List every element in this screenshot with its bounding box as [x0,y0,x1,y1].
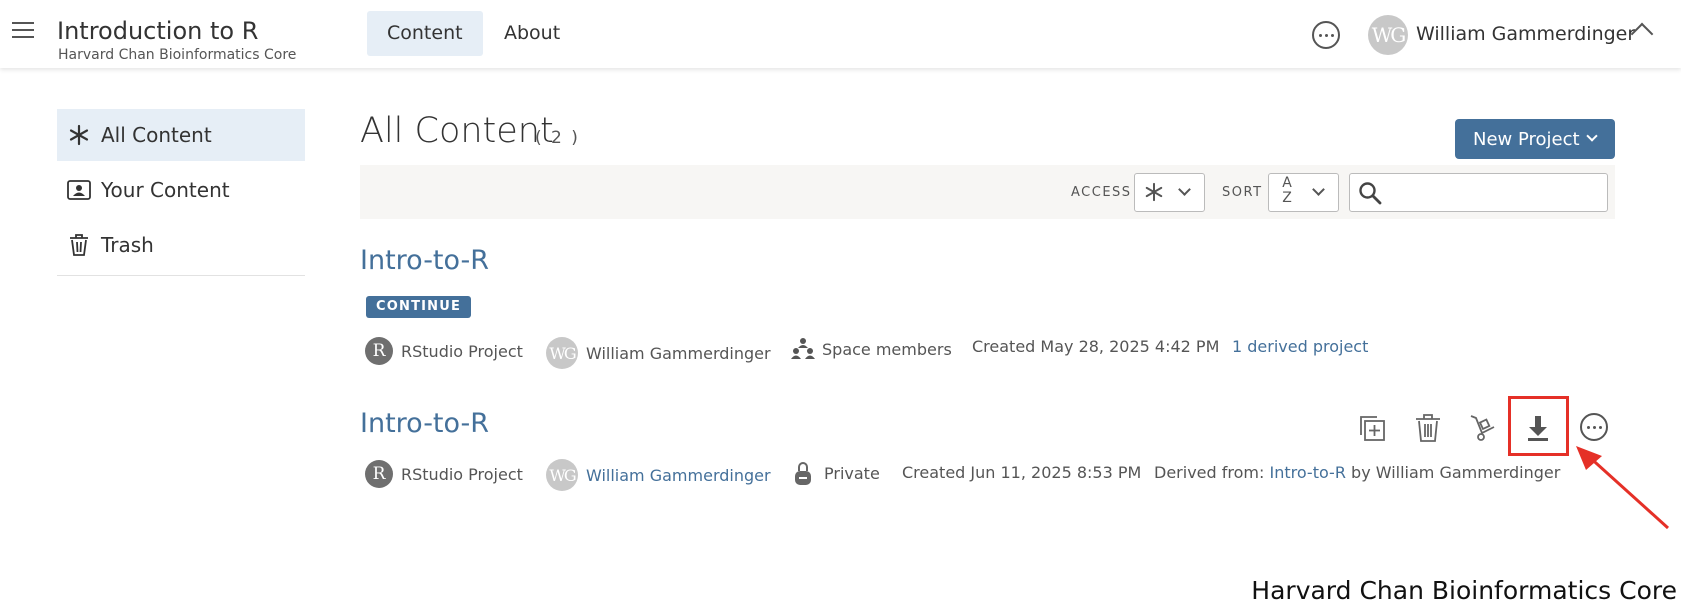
sidebar-item-trash[interactable]: Trash [57,219,305,271]
trash-icon [57,233,101,257]
trash-icon[interactable] [1410,410,1446,446]
project-title[interactable]: Intro-to-R [360,408,489,439]
more-options-icon[interactable] [1580,413,1608,441]
annotation-arrow-icon [1576,446,1670,530]
project-owner: WG William Gammerdinger [546,337,771,369]
space-members-icon [790,337,816,361]
avatar: WG [546,337,578,369]
project-access: Space members [790,337,952,361]
sidebar-item-all-content[interactable]: All Content [57,109,305,161]
sort-select[interactable]: A Z [1268,173,1339,212]
sort-label: SORT [1222,185,1263,200]
rstudio-icon: R [365,337,393,365]
avatar: WG [546,459,578,491]
lock-icon [794,460,812,486]
new-project-button[interactable]: New Project [1455,119,1615,159]
continue-badge[interactable]: CONTINUE [366,296,472,318]
project-type: R RStudio Project [365,460,523,488]
tab-content[interactable]: Content [367,11,483,56]
derived-projects-link[interactable]: 1 derived project [1232,337,1368,356]
user-card-icon [57,180,101,200]
access-label: ACCESS [1071,185,1132,200]
more-options-icon[interactable] [1312,21,1340,49]
owner-link[interactable]: William Gammerdinger [586,466,771,485]
derived-from-link[interactable]: Intro-to-R [1269,463,1345,482]
project-type: R RStudio Project [365,337,523,365]
content-count: ( 2 ) [535,128,580,148]
project-access: Private [794,460,880,486]
top-bar: Introduction to R Harvard Chan Bioinform… [0,0,1681,68]
search-box[interactable] [1349,173,1608,212]
user-name[interactable]: William Gammerdinger [1416,23,1635,45]
chevron-down-icon [1586,130,1598,142]
asterisk-icon [57,124,101,146]
footer-credit: Harvard Chan Bioinformatics Core [1251,576,1677,605]
rstudio-icon: R [365,460,393,488]
chevron-down-icon [1178,183,1191,196]
app-title: Introduction to R [57,17,259,45]
menu-icon[interactable] [12,22,34,42]
copy-icon[interactable] [1354,410,1390,446]
project-owner[interactable]: WG William Gammerdinger [546,459,771,491]
page-title: All Content [360,111,554,151]
derived-from: Derived from: Intro-to-R by William Gamm… [1154,463,1561,482]
move-cart-icon[interactable] [1465,410,1501,446]
sidebar-item-label: Your Content [101,178,230,202]
search-input[interactable] [1388,174,1598,211]
avatar[interactable]: WG [1368,15,1408,55]
access-select[interactable] [1134,173,1205,212]
download-highlight-box [1508,396,1569,456]
sort-az-icon: A Z [1282,175,1292,206]
project-created: Created Jun 11, 2025 8:53 PM [902,463,1142,482]
sidebar-item-your-content[interactable]: Your Content [57,164,305,216]
project-title[interactable]: Intro-to-R [360,245,489,276]
chevron-down-icon [1312,183,1325,196]
sidebar-item-label: All Content [101,123,212,147]
tab-about[interactable]: About [484,11,580,56]
search-icon [1358,181,1382,209]
app-subtitle: Harvard Chan Bioinformatics Core [58,47,297,63]
new-project-label: New Project [1473,128,1580,150]
sidebar-divider [57,275,305,276]
asterisk-icon [1144,182,1164,206]
project-created: Created May 28, 2025 4:42 PM [972,337,1220,356]
sidebar-item-label: Trash [101,233,154,257]
